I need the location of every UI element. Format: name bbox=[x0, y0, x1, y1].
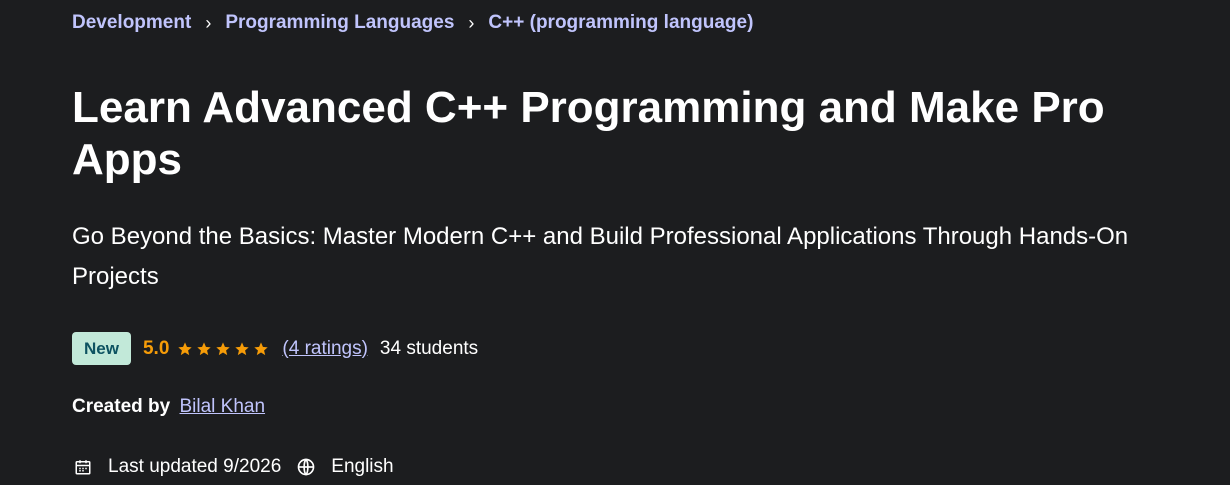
breadcrumb: Development › Programming Languages › C+… bbox=[72, 12, 753, 34]
rating-row: New 5.0 (4 ratings) 34 students bbox=[72, 332, 478, 365]
rating-stars bbox=[177, 341, 272, 357]
created-by-label: Created by bbox=[72, 396, 171, 417]
globe-icon bbox=[295, 456, 317, 478]
students-count: 34 students bbox=[379, 337, 479, 359]
star-icon bbox=[235, 341, 250, 355]
breadcrumb-development[interactable]: Development bbox=[72, 12, 191, 34]
last-updated: Last updated 9/2026 bbox=[108, 456, 282, 477]
course-language: English bbox=[331, 456, 394, 477]
instructor-link[interactable]: Bilal Khan bbox=[179, 396, 265, 417]
chevron-right-icon: › bbox=[205, 12, 212, 33]
star-icon bbox=[178, 341, 193, 355]
star-icon bbox=[216, 341, 231, 355]
ratings-link[interactable]: (4 ratings) bbox=[282, 338, 368, 360]
star-icon bbox=[254, 341, 269, 355]
course-title: Learn Advanced C++ Programming and Make … bbox=[72, 83, 1105, 184]
star-icon bbox=[197, 341, 212, 355]
calendar-icon bbox=[72, 456, 94, 478]
breadcrumb-cpp[interactable]: C++ (programming language) bbox=[488, 12, 753, 34]
course-subtitle: Go Beyond the Basics: Master Modern C++ … bbox=[72, 223, 1129, 290]
rating-score: 5.0 bbox=[142, 337, 170, 359]
new-badge: New bbox=[72, 332, 131, 365]
created-by: Created by Bilal Khan bbox=[72, 396, 265, 418]
breadcrumb-programming-languages[interactable]: Programming Languages bbox=[225, 12, 454, 34]
chevron-right-icon: › bbox=[468, 12, 475, 33]
course-hero: Development › Programming Languages › C+… bbox=[0, 0, 1230, 485]
course-meta: Last updated 9/2026 English bbox=[72, 456, 394, 478]
